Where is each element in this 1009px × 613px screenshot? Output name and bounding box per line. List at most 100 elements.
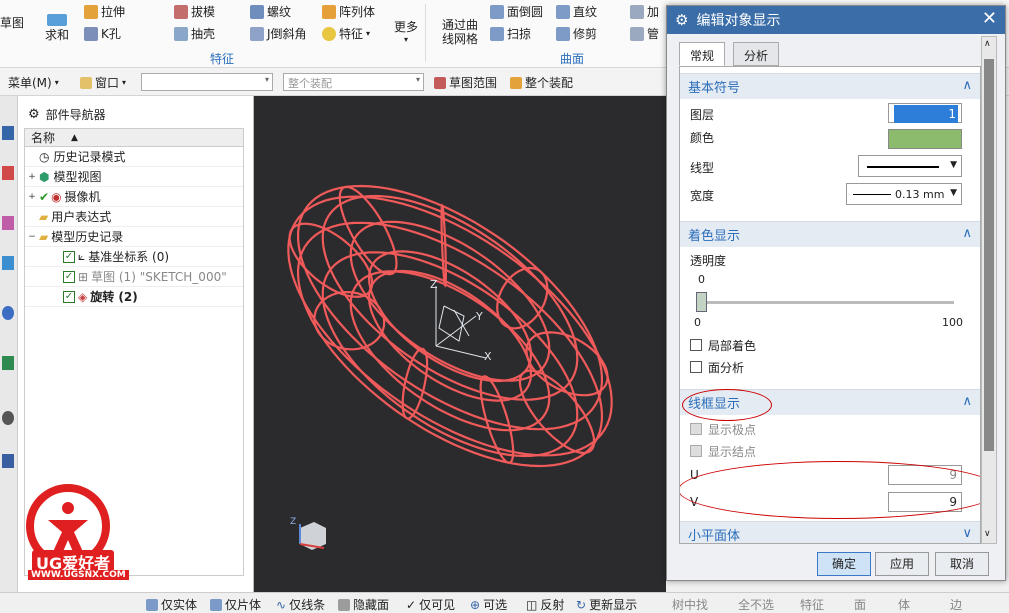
sheets-only-button[interactable]: 仅片体 — [210, 596, 261, 613]
transparency-slider-thumb[interactable] — [696, 292, 707, 312]
tree-row-user-expressions[interactable]: ▰ 用户表达式 — [25, 207, 243, 227]
unite-icon — [47, 14, 67, 26]
scroll-up-icon[interactable]: ∧ — [984, 39, 991, 49]
ribbon-sketch[interactable]: 草图 — [0, 14, 24, 31]
face-analysis-checkbox[interactable] — [690, 361, 702, 373]
collapse-icon[interactable]: − — [27, 232, 37, 242]
face-blend-button[interactable]: 面倒圆 — [490, 3, 543, 20]
apply-button[interactable]: 应用 — [875, 552, 929, 576]
tab-analysis[interactable]: 分析 — [733, 42, 780, 66]
whole-assembly-button[interactable]: 整个装配 — [510, 74, 573, 91]
partial-shading-checkbox[interactable] — [690, 339, 702, 351]
add-button[interactable]: 加 — [630, 3, 659, 20]
tree-row-model-history[interactable]: − ▰ 模型历史记录 — [25, 227, 243, 247]
update-display-button[interactable]: ↻ 更新显示 — [576, 596, 637, 613]
ruled-button[interactable]: 直纹 — [556, 3, 597, 20]
section-facets-label: 小平面体 — [688, 529, 741, 544]
tree-row-datum-csys[interactable]: ✓ ⟀ 基准坐标系 (0) — [25, 247, 243, 267]
color-swatch[interactable] — [888, 129, 962, 149]
sketch-range-button[interactable]: 草图范围 — [434, 74, 497, 91]
scrollbar-thumb[interactable] — [984, 59, 994, 451]
tree-row-sketch[interactable]: ✓ ⊞ 草图 (1) "SKETCH_000" — [25, 267, 243, 287]
curve-icon: ∿ — [276, 597, 287, 612]
section-basic-symbology[interactable]: 基本符号 ∧ — [680, 73, 980, 99]
column-header-name[interactable]: 名称 ▲ — [25, 129, 243, 147]
graphics-window[interactable]: Z Y X Z — [254, 96, 666, 592]
curves-only-button[interactable]: ∿ 仅线条 — [276, 596, 325, 613]
deselect-all-button[interactable]: 全不选 — [738, 596, 774, 613]
hidden-faces-button[interactable]: 隐藏面 — [338, 596, 389, 613]
extrude-label: 拉伸 — [101, 5, 126, 19]
trim-button[interactable]: 修剪 — [556, 25, 597, 42]
expand-icon[interactable]: + — [27, 192, 37, 202]
close-icon[interactable]: ✕ — [982, 8, 997, 29]
sweep-button[interactable]: 扫掠 — [490, 25, 531, 42]
layer-field[interactable]: 1 — [888, 103, 962, 123]
pipe-label: 管 — [647, 27, 660, 41]
show-poles-checkbox[interactable] — [690, 423, 702, 435]
body-filter-button[interactable]: 体 — [898, 596, 910, 613]
cancel-button[interactable]: 取消 — [935, 552, 989, 576]
part-navigator-icon[interactable] — [2, 126, 14, 140]
extrude-button[interactable]: 拉伸 — [84, 3, 125, 20]
visibility-checkbox[interactable]: ✓ — [63, 290, 75, 303]
filter-combo[interactable]: ▾ — [141, 73, 273, 91]
visible-only-button[interactable]: ✓ 仅可见 — [406, 596, 455, 613]
more-button[interactable]: 更多 ▾ — [394, 18, 418, 44]
visibility-checkbox[interactable]: ✓ — [63, 270, 75, 283]
tree-row-cameras[interactable]: + ✔ ◉ 摄像机 — [25, 187, 243, 207]
pattern-button[interactable]: 阵列体 — [322, 3, 375, 20]
feature-filter-button[interactable]: 特征 — [800, 596, 824, 613]
selectable-label: 可选 — [483, 598, 508, 612]
show-knots-checkbox[interactable] — [690, 445, 702, 457]
section-shaded-display[interactable]: 着色显示 ∧ — [680, 221, 980, 247]
clock-icon[interactable] — [2, 411, 14, 425]
pipe-button[interactable]: 管 — [630, 25, 659, 42]
ok-button[interactable]: 确定 — [817, 552, 871, 576]
web-browser-icon[interactable] — [2, 306, 14, 320]
edge-filter-button[interactable]: 边 — [950, 596, 962, 613]
system-materials-icon[interactable] — [2, 454, 14, 468]
refresh-icon: ↻ — [576, 597, 587, 612]
assembly-combo[interactable]: 整个装配 ▾ — [283, 73, 424, 91]
visibility-checkbox[interactable]: ✓ — [63, 250, 75, 263]
history-icon[interactable] — [2, 356, 14, 370]
transparency-slider-track[interactable] — [702, 301, 954, 304]
reflect-button[interactable]: ◫ 反射 — [526, 596, 564, 613]
ribbon-unite[interactable]: 求和 — [45, 14, 69, 43]
selection-bar: 仅实体 仅片体 ∿ 仅线条 隐藏面 ✓ 仅可见 ⊕ 可选 ◫ 反射 ↻ 更新显示 树中找 … — [0, 592, 1009, 613]
through-curve-mesh-button[interactable]: 通过曲线网格 — [442, 18, 482, 46]
tree-row-history-mode[interactable]: ◷ 历史记录模式 — [25, 147, 243, 167]
find-in-tree-button[interactable]: 树中找 — [672, 596, 708, 613]
linetype-dropdown[interactable]: ▼ — [858, 155, 962, 177]
menu-button[interactable]: 菜单(M) ▾ — [8, 74, 59, 91]
tab-general[interactable]: 常规 — [679, 42, 726, 66]
dialog-title-bar[interactable]: ⚙ 编辑对象显示 ✕ — [667, 6, 1005, 34]
face-filter-button[interactable]: 面 — [854, 596, 866, 613]
thread-button[interactable]: 螺纹 — [250, 3, 291, 20]
width-dropdown[interactable]: 0.13 mm ▼ — [846, 183, 962, 205]
whole-assembly-icon — [510, 76, 522, 89]
tree-row-model-views[interactable]: + ⬢ 模型视图 — [25, 167, 243, 187]
tree-row-label: 用户表达式 — [51, 210, 112, 224]
window-button[interactable]: 窗口 ▾ — [80, 74, 126, 91]
shell-button[interactable]: 抽壳 — [174, 25, 215, 42]
feature-dropdown[interactable]: 特征 ▾ — [322, 25, 370, 42]
visible-only-label: 仅可见 — [419, 598, 456, 612]
draft-button[interactable]: 拔模 — [174, 3, 215, 20]
dialog-scrollbar[interactable]: ∧ ∨ — [981, 36, 997, 544]
solids-only-button[interactable]: 仅实体 — [146, 596, 197, 613]
chevron-up-icon: ∧ — [962, 226, 972, 241]
group-surface-label: 曲面 — [560, 52, 585, 66]
assembly-navigator-icon[interactable] — [2, 166, 14, 180]
constraint-navigator-icon[interactable] — [2, 216, 14, 230]
section-facet-bodies[interactable]: 小平面体 ∨ — [680, 521, 980, 544]
tree-row-revolve[interactable]: ✓ ◈ 旋转 (2) — [25, 287, 243, 307]
expand-icon[interactable]: + — [27, 172, 37, 182]
reuse-library-icon[interactable] — [2, 256, 14, 270]
selectable-button[interactable]: ⊕ 可选 — [470, 596, 507, 613]
chamfer-button[interactable]: J倒斜角 — [250, 25, 307, 42]
hole-button[interactable]: K孔 — [84, 25, 121, 42]
annotation-oval-wireframe — [682, 389, 772, 421]
scroll-down-icon[interactable]: ∨ — [984, 529, 991, 539]
